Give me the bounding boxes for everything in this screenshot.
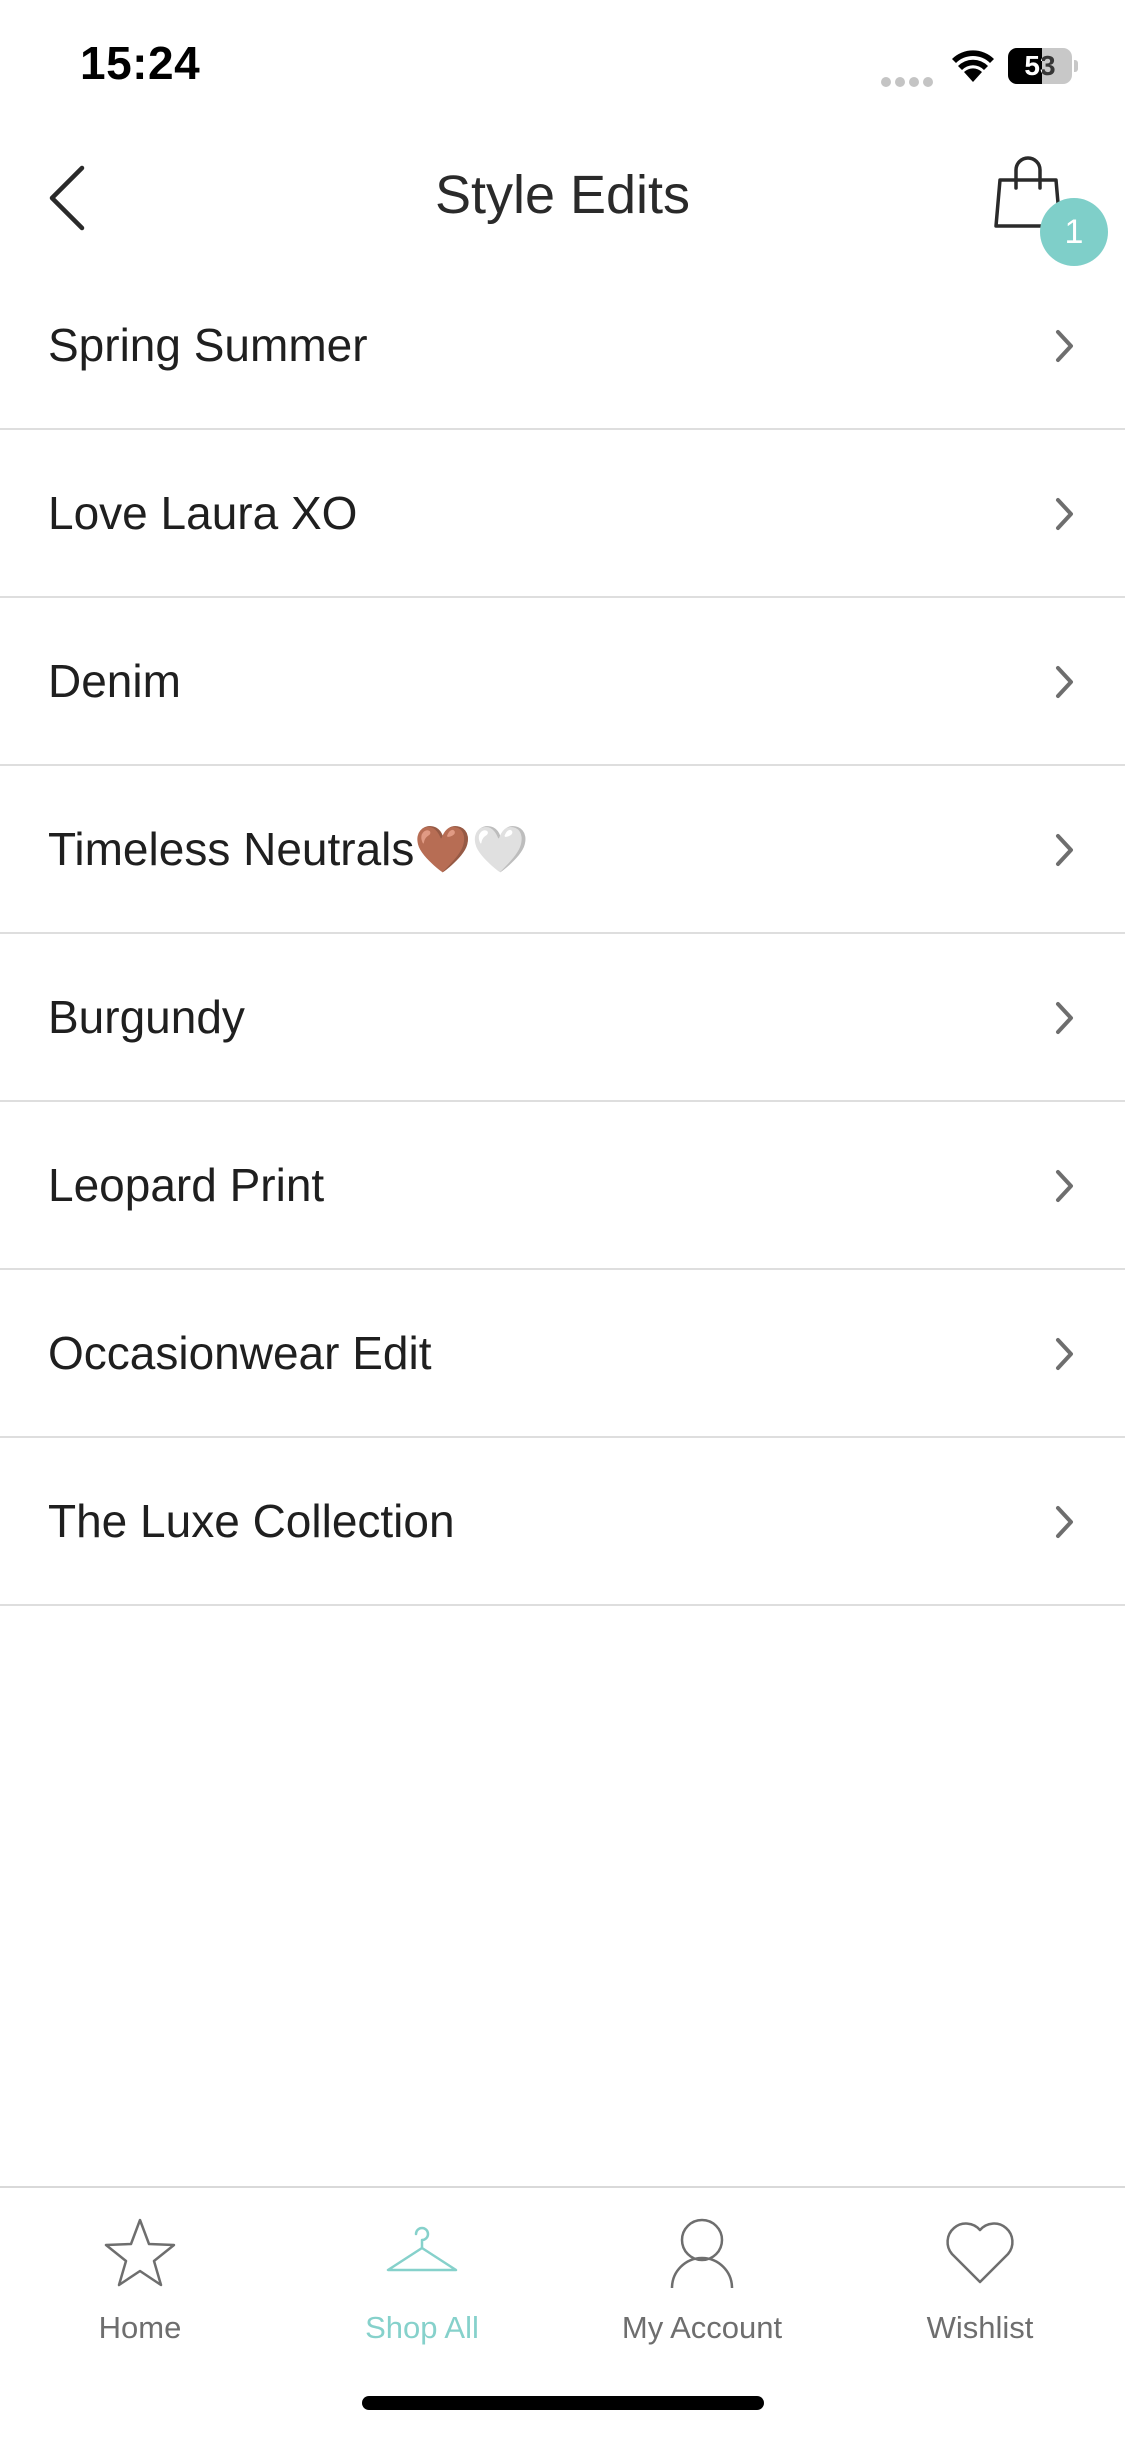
list-item-label: Occasionwear Edit	[48, 1327, 432, 1379]
list-item-label: Leopard Print	[48, 1159, 325, 1211]
tab-my-account[interactable]: My Account	[572, 2214, 832, 2364]
battery-percentage: 53	[1024, 50, 1056, 81]
list-item-label: Love Laura XO	[48, 487, 358, 539]
tab-home[interactable]: Home	[10, 2214, 270, 2364]
battery-nub	[1074, 60, 1078, 72]
status-time: 15:24	[80, 37, 201, 89]
list-item[interactable]: Love Laura XO	[0, 430, 1125, 598]
tab-wishlist-label: Wishlist	[926, 2310, 1034, 2345]
home-indicator	[362, 2396, 764, 2410]
hanger-icon	[386, 2226, 458, 2272]
tab-my-account-label: My Account	[621, 2310, 783, 2345]
list-item[interactable]: Occasionwear Edit	[0, 1270, 1125, 1438]
tab-shop-all[interactable]: Shop All	[292, 2214, 552, 2364]
list-item[interactable]: The Luxe Collection	[0, 1438, 1125, 1606]
page-title: Style Edits	[434, 165, 691, 225]
style-edits-list: Spring Summer Love Laura XO Denim Timeless …	[0, 262, 1125, 1606]
chevron-right-icon	[1056, 330, 1073, 362]
list-item-label: Timeless Neutrals🤎🤍	[48, 823, 529, 875]
heart-icon	[946, 2222, 1014, 2284]
tab-wishlist[interactable]: Wishlist	[850, 2214, 1110, 2364]
list-item-label: Burgundy	[48, 991, 245, 1043]
tab-shop-all-label: Shop All	[365, 2310, 479, 2345]
nav-header: Style Edits 1	[0, 140, 1125, 266]
chevron-right-icon	[1056, 1338, 1073, 1370]
chevron-right-icon	[1056, 498, 1073, 530]
battery-indicator: 53	[1008, 48, 1078, 84]
list-item[interactable]: Denim	[0, 598, 1125, 766]
list-item[interactable]: Leopard Print	[0, 1102, 1125, 1270]
cellular-signal-icon	[881, 77, 933, 87]
cart-button[interactable]: 1	[980, 150, 1110, 266]
list-item-label: Denim	[48, 655, 181, 707]
chevron-right-icon	[1056, 1170, 1073, 1202]
list-item-label: The Luxe Collection	[48, 1495, 455, 1547]
chevron-right-icon	[1056, 666, 1073, 698]
status-bar: 15:24 53	[0, 0, 1125, 140]
list-item[interactable]: Burgundy	[0, 934, 1125, 1102]
wifi-icon	[952, 50, 994, 82]
tab-home-label: Home	[98, 2310, 182, 2345]
list-item-label: Spring Summer	[48, 319, 368, 371]
chevron-right-icon	[1056, 1506, 1073, 1538]
list-item[interactable]: Spring Summer	[0, 262, 1125, 430]
list-item[interactable]: Timeless Neutrals🤎🤍	[0, 766, 1125, 934]
chevron-right-icon	[1056, 834, 1073, 866]
person-icon	[670, 2218, 734, 2289]
cart-count-badge: 1	[1040, 198, 1108, 266]
chevron-right-icon	[1056, 1002, 1073, 1034]
star-icon	[104, 2218, 176, 2287]
